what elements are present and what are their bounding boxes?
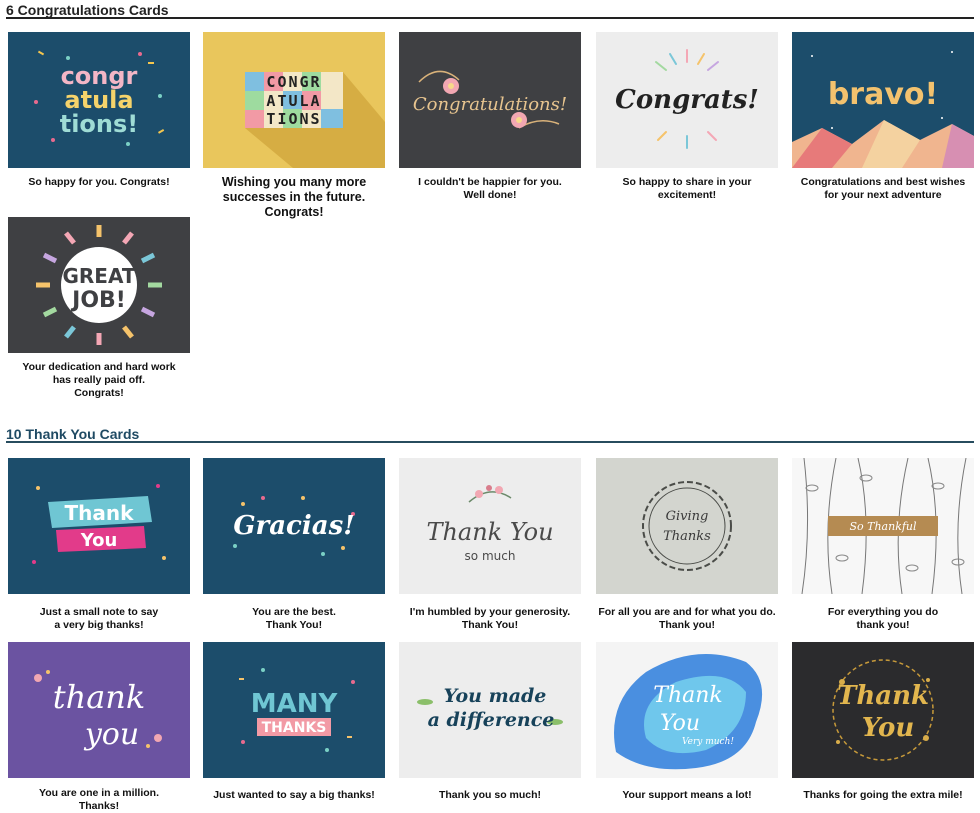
card-congratulations-floral[interactable]: Congratulations! (399, 32, 581, 168)
card-caption: Thanks for going the extra mile! (803, 789, 963, 801)
card-caption: Just wanted to say a big thanks! (213, 789, 375, 801)
art-text: MANY (251, 689, 339, 719)
card-art: Congratulations! (399, 32, 581, 168)
card-caption: You are the best. Thank You! (252, 606, 336, 631)
art-text: so much (465, 549, 516, 563)
card-bravo[interactable]: bravo! (792, 32, 974, 168)
card-art: CONGR ATULA TIONS (203, 32, 385, 168)
art-text: ATULA (266, 92, 321, 110)
art-text: bravo! (828, 77, 938, 112)
card-so-thankful[interactable]: So Thankful (792, 458, 974, 594)
card-caption: For everything you do thank you! (827, 606, 939, 631)
card-art: Thank You so much (399, 458, 581, 594)
leaf-icon (417, 699, 433, 705)
art-text: a difference (428, 709, 555, 731)
card-caption: Congratulations and best wishes for your … (800, 176, 966, 201)
card-giving-thanks[interactable]: Giving Thanks (596, 458, 778, 594)
card-art: thank you (8, 642, 190, 778)
card-thank-you-so-much[interactable]: Thank You so much (399, 458, 581, 594)
card-caption: For all you are and for what you do. Than… (598, 606, 776, 631)
card-thank-you-ribbon[interactable]: Thank You (8, 458, 190, 594)
art-text: So Thankful (849, 520, 917, 533)
card-caption: So happy to share in your excitement! (622, 176, 752, 201)
card-art: You made a difference (399, 642, 581, 778)
card-caption: Your support means a lot! (622, 789, 752, 801)
art-text: THANKS (262, 720, 327, 736)
card-caption: Thank you so much! (438, 789, 542, 801)
card-caption: Just a small note to say a very big thank… (39, 606, 159, 631)
card-congrats-script[interactable]: Congrats! (596, 32, 778, 168)
art-text: Very much! (682, 737, 734, 747)
card-thank-you-purple[interactable]: thank you (8, 642, 190, 778)
card-great-job[interactable]: GREAT JOB! (8, 217, 190, 353)
card-caption: So happy for you. Congrats! (28, 176, 170, 188)
section-title-thank-you: 10 Thank You Cards (6, 426, 140, 442)
card-caption: Your dedication and hard work has really … (22, 361, 176, 399)
flower-icon (443, 78, 459, 94)
card-you-made-a-difference[interactable]: You made a difference (399, 642, 581, 778)
card-art: Giving Thanks (596, 458, 778, 594)
card-art: Thank You (8, 458, 190, 594)
art-text: tions! (60, 110, 139, 138)
art-text: TIONS (266, 110, 321, 128)
art-text: GREAT (62, 264, 135, 288)
card-congratulations-blocks[interactable]: CONGR ATULA TIONS (203, 32, 385, 168)
card-thank-you-gold[interactable]: Thank You (792, 642, 974, 778)
art-text: Thank (65, 501, 135, 525)
art-text: JOB! (70, 288, 126, 313)
art-text: You (660, 711, 700, 736)
card-art: MANY THANKS (203, 642, 385, 778)
art-text: Thank You (426, 518, 553, 546)
card-thank-you-watercolor[interactable]: Thank You Very much! (596, 642, 778, 778)
card-congratulations-confetti[interactable]: congr atula tions! (8, 32, 190, 168)
art-text: Congratulations! (413, 94, 567, 115)
card-caption: You are one in a million. Thanks! (39, 787, 159, 812)
art-text: you (83, 717, 139, 752)
art-text: Thank (653, 683, 722, 708)
card-caption: I'm humbled by your generosity. Thank You… (409, 606, 571, 631)
section-divider (6, 441, 974, 443)
art-text: You (80, 530, 118, 551)
art-text: You (862, 713, 915, 743)
card-caption: I couldn't be happier for you. Well done! (418, 176, 562, 201)
art-text: thank (53, 678, 146, 716)
card-art: bravo! (792, 32, 974, 168)
art-text: CONGR (266, 73, 321, 91)
card-art: Thank You (792, 642, 974, 778)
card-art: Gracias! (203, 458, 385, 594)
art-text: Gracias! (233, 511, 354, 541)
card-art: GREAT JOB! (8, 217, 190, 353)
card-many-thanks[interactable]: MANY THANKS (203, 642, 385, 778)
card-art: congr atula tions! (8, 32, 190, 168)
art-text: Congrats! (615, 85, 759, 115)
art-text: You made (444, 685, 547, 707)
art-text: Thanks (663, 529, 711, 544)
section-divider (6, 17, 974, 19)
card-art: Thank You Very much! (596, 642, 778, 778)
section-title-congratulations: 6 Congratulations Cards (6, 2, 169, 18)
art-text: Giving (666, 509, 709, 524)
art-text: Thank (837, 681, 929, 711)
card-art: Congrats! (596, 32, 778, 168)
card-caption: Wishing you many more successes in the fu… (221, 175, 367, 219)
card-gracias[interactable]: Gracias! (203, 458, 385, 594)
card-art: So Thankful (792, 458, 974, 594)
